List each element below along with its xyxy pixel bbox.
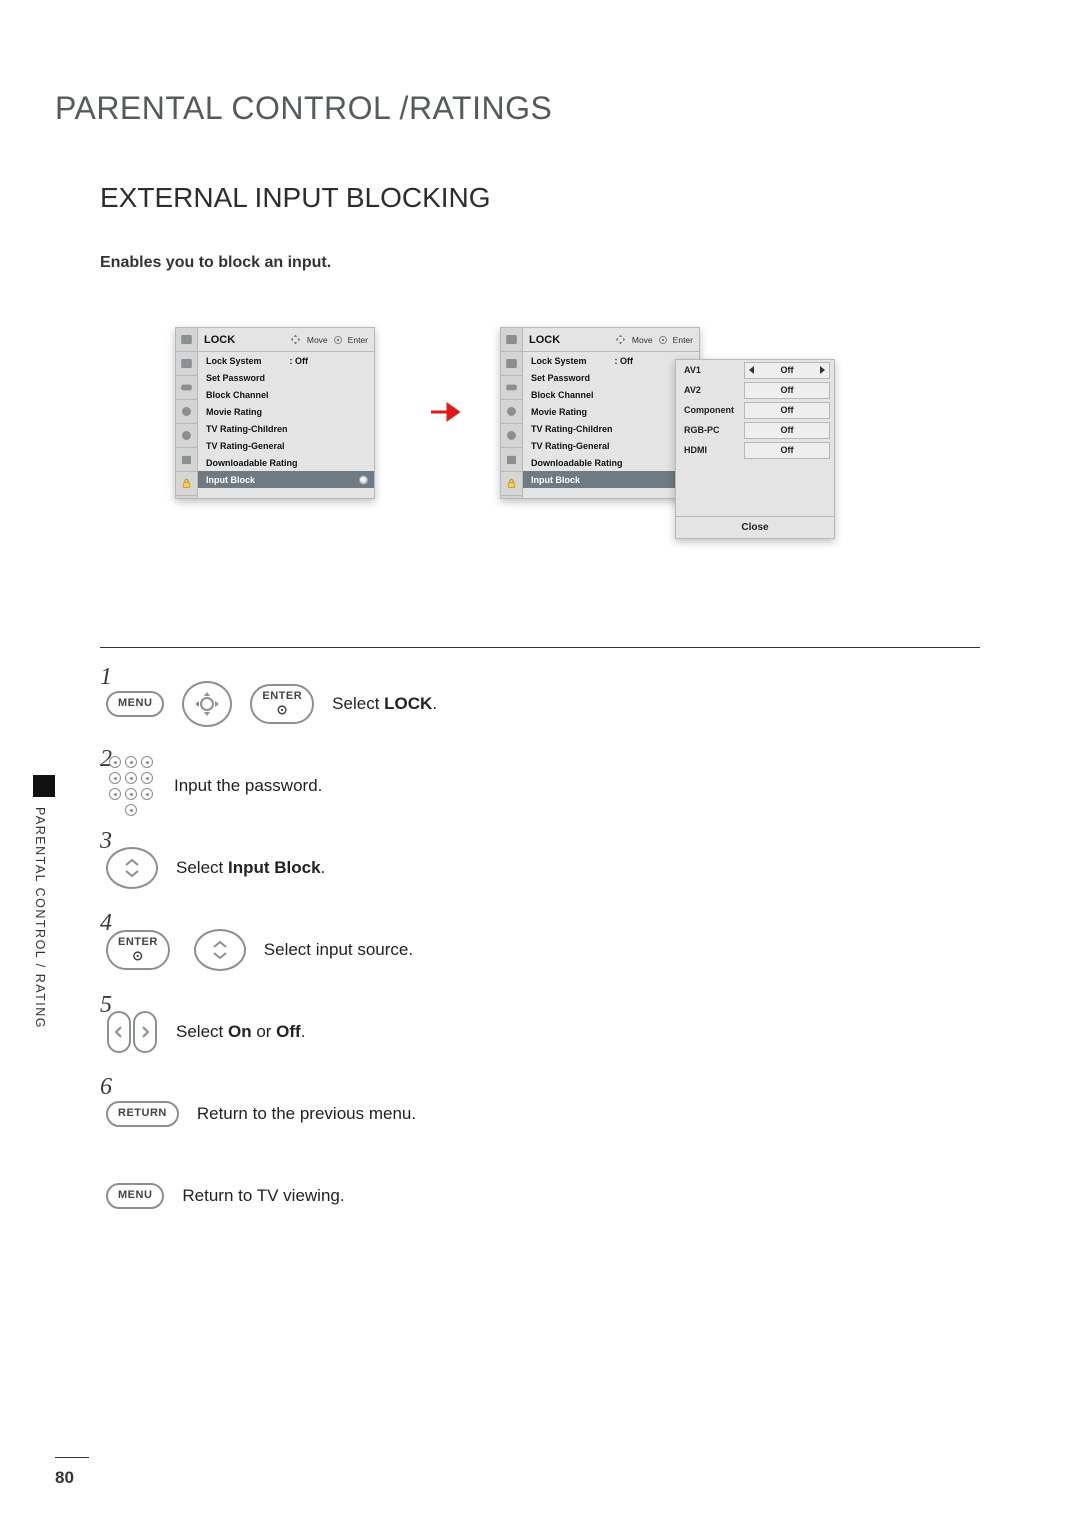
step-number: 2 bbox=[100, 746, 112, 773]
osd-item: Movie Rating bbox=[523, 403, 699, 420]
osd-panel-after: LOCK Move Enter Lock System: Off Set Pas… bbox=[500, 327, 700, 499]
osd-item-selected: Input Block bbox=[198, 471, 374, 488]
osd-category-strip bbox=[176, 328, 198, 498]
page-number: 80 bbox=[55, 1468, 74, 1488]
step-5: 5 Select On or Off. bbox=[100, 1006, 1025, 1058]
category-icon bbox=[176, 424, 197, 448]
category-icon bbox=[176, 400, 197, 424]
hint-move: Move bbox=[307, 335, 328, 345]
popup-close: Close bbox=[676, 516, 834, 538]
category-icon bbox=[501, 424, 522, 448]
dpad-icon bbox=[615, 334, 626, 345]
step-7: MENU Return to TV viewing. bbox=[100, 1170, 1025, 1222]
category-icon bbox=[176, 376, 197, 400]
popup-row: RGB-PCOff bbox=[676, 420, 834, 440]
page-title: PARENTAL CONTROL /RATINGS bbox=[55, 90, 1025, 127]
step-text: Select LOCK. bbox=[332, 694, 437, 714]
category-icon bbox=[176, 448, 197, 472]
step-number: 6 bbox=[100, 1074, 112, 1101]
osd-item: Downloadable Rating bbox=[523, 454, 699, 471]
hint-enter: Enter bbox=[673, 335, 693, 345]
category-icon bbox=[501, 376, 522, 400]
osd-item: TV Rating-Children bbox=[198, 420, 374, 437]
osd-item: Movie Rating bbox=[198, 403, 374, 420]
dpad-icon bbox=[290, 334, 301, 345]
osd-title: LOCK bbox=[529, 334, 560, 346]
step-number: 3 bbox=[100, 828, 112, 855]
popup-row: ComponentOff bbox=[676, 400, 834, 420]
category-icon bbox=[501, 328, 522, 352]
category-icon bbox=[501, 400, 522, 424]
lock-icon bbox=[176, 472, 197, 496]
instruction-steps: 1 MENU ENTER⊙ Select LOCK. 2 Input the p… bbox=[100, 678, 1025, 1222]
footer-rule bbox=[55, 1457, 89, 1458]
step-4: 4 ENTER⊙ Select input source. bbox=[100, 924, 1025, 976]
step-text: Return to the previous menu. bbox=[197, 1104, 416, 1124]
category-icon bbox=[176, 352, 197, 376]
enter-dot-icon bbox=[334, 336, 342, 344]
osd-illustration: LOCK Move Enter Lock System: Off Set Pas… bbox=[175, 327, 1025, 557]
dpad-icon bbox=[182, 681, 232, 727]
section-title: EXTERNAL INPUT BLOCKING bbox=[100, 182, 1025, 214]
arrow-right-icon bbox=[430, 402, 464, 422]
popup-row: HDMIOff bbox=[676, 440, 834, 460]
step-text: Select On or Off. bbox=[176, 1022, 305, 1042]
step-text: Input the password. bbox=[174, 776, 322, 796]
side-tab: PARENTAL CONTROL / RATING bbox=[33, 775, 55, 1075]
osd-item: Downloadable Rating bbox=[198, 454, 374, 471]
step-text: Select input source. bbox=[264, 940, 413, 960]
hint-move: Move bbox=[632, 335, 653, 345]
step-2: 2 Input the password. bbox=[100, 760, 1025, 812]
menu-button-icon: MENU bbox=[106, 691, 164, 717]
up-down-icon bbox=[106, 847, 158, 889]
lock-icon bbox=[501, 472, 522, 496]
step-1: 1 MENU ENTER⊙ Select LOCK. bbox=[100, 678, 1025, 730]
osd-item: Set Password bbox=[523, 369, 699, 386]
osd-title: LOCK bbox=[204, 334, 235, 346]
up-down-icon bbox=[194, 929, 246, 971]
section-description: Enables you to block an input. bbox=[100, 254, 1025, 272]
osd-item: Lock System: Off bbox=[198, 352, 374, 369]
osd-item: Lock System: Off bbox=[523, 352, 699, 369]
popup-row: AV2Off bbox=[676, 380, 834, 400]
arrow-right-icon bbox=[820, 366, 825, 374]
arrow-left-icon bbox=[749, 366, 754, 374]
enter-button-icon: ENTER⊙ bbox=[106, 930, 170, 969]
side-tab-marker bbox=[33, 775, 55, 797]
step-3: 3 Select Input Block. bbox=[100, 842, 1025, 894]
osd-item: TV Rating-General bbox=[523, 437, 699, 454]
osd-item: TV Rating-Children bbox=[523, 420, 699, 437]
step-number: 4 bbox=[100, 910, 112, 937]
category-icon bbox=[176, 328, 197, 352]
left-right-icon bbox=[100, 1009, 164, 1055]
enter-indicator-icon bbox=[359, 475, 368, 484]
osd-panel-before: LOCK Move Enter Lock System: Off Set Pas… bbox=[175, 327, 375, 499]
osd-item: Set Password bbox=[198, 369, 374, 386]
step-6: 6 RETURN Return to the previous menu. bbox=[100, 1088, 1025, 1140]
hint-enter: Enter bbox=[348, 335, 368, 345]
number-keypad-icon bbox=[106, 756, 156, 816]
return-button-icon: RETURN bbox=[106, 1101, 179, 1127]
osd-item: Block Channel bbox=[198, 386, 374, 403]
popup-row-selected: AV1 Off bbox=[676, 360, 834, 380]
category-icon bbox=[501, 352, 522, 376]
step-text: Return to TV viewing. bbox=[182, 1186, 344, 1206]
side-tab-label: PARENTAL CONTROL / RATING bbox=[33, 807, 47, 1029]
step-number: 1 bbox=[100, 664, 112, 691]
input-block-popup: AV1 Off AV2Off ComponentOff RGB-PCOff HD… bbox=[675, 359, 835, 539]
osd-item: TV Rating-General bbox=[198, 437, 374, 454]
osd-item-selected: Input Block bbox=[523, 471, 699, 488]
step-text: Select Input Block. bbox=[176, 858, 325, 878]
category-icon bbox=[501, 448, 522, 472]
enter-dot-icon bbox=[659, 336, 667, 344]
divider bbox=[100, 647, 980, 648]
enter-button-icon: ENTER⊙ bbox=[250, 684, 314, 723]
osd-category-strip bbox=[501, 328, 523, 498]
menu-button-icon: MENU bbox=[106, 1183, 164, 1209]
osd-item: Block Channel bbox=[523, 386, 699, 403]
